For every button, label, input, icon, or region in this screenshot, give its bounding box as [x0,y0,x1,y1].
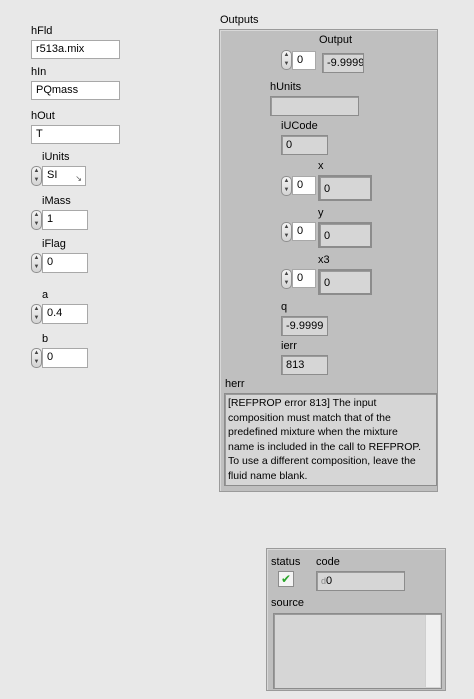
iflag-input[interactable]: 0 [42,253,88,273]
b-input[interactable]: 0 [42,348,88,368]
iunits-spinner[interactable]: ▲ ▼ [31,166,42,186]
x3-index[interactable]: 0 [292,269,316,288]
output-index[interactable]: 0 [292,51,316,70]
hout-label: hOut [31,110,55,122]
code-label: code [316,556,340,568]
a-label: a [42,289,49,301]
imass-input[interactable]: 1 [42,210,88,230]
output-index-spinner[interactable]: ▲ ▼ [281,50,292,70]
herr-text: [REFPROP error 813] The input compositio… [224,393,437,486]
hunits-value [270,96,359,116]
ierr-label: ierr [281,340,297,352]
herr-line: [REFPROP error 813] The input [228,397,377,409]
herr-line: fluid name blank. [228,469,308,482]
y-index-spinner[interactable]: ▲ ▼ [281,222,292,242]
y-index[interactable]: 0 [292,222,316,241]
source-label: source [271,597,305,609]
source-scrollbar[interactable] [425,615,440,687]
output-label: Output [319,34,353,46]
y-label: y [318,207,324,219]
y-value: 0 [318,222,372,248]
hin-input[interactable]: PQmass [31,81,120,100]
iunits-label: iUnits [42,151,70,163]
imass-label: iMass [42,195,71,207]
hunits-label: hUnits [270,81,302,93]
x3-index-spinner[interactable]: ▲ ▼ [281,269,292,289]
herr-line: name is included in the call to REFPROP. [228,440,421,453]
outputs-title: Outputs [220,14,259,26]
checkmark-icon: ✔ [280,572,292,586]
imass-spinner[interactable]: ▲ ▼ [31,210,42,230]
herr-label: herr [225,378,245,390]
ierr-value: 813 [281,355,328,375]
x-index[interactable]: 0 [292,176,316,195]
iunits-ring[interactable]: SI ↘ [42,166,86,186]
code-value-text: 0 [326,575,333,587]
herr-line: predefined mixture when the mixture [228,426,398,438]
status-indicator: ✔ [278,571,294,587]
source-text [273,613,442,689]
x-label: x [318,160,324,172]
hin-label: hIn [31,66,47,78]
a-spinner[interactable]: ▲ ▼ [31,304,42,324]
q-label: q [281,301,288,313]
hout-input[interactable]: T [31,125,120,144]
a-input[interactable]: 0.4 [42,304,88,324]
x3-value: 0 [318,269,372,295]
b-label: b [42,333,49,345]
hfld-input[interactable]: r513a.mix [31,40,120,59]
hfld-label: hFld [31,25,53,37]
x-value: 0 [318,175,372,201]
output-value-text: -9.9999 [327,57,364,69]
iunits-value: SI [47,169,58,181]
iflag-spinner[interactable]: ▲ ▼ [31,253,42,273]
herr-line: composition must match that of the [228,411,391,424]
x-index-spinner[interactable]: ▲ ▼ [281,176,292,196]
x3-label: x3 [318,254,330,266]
iflag-label: iFlag [42,238,66,250]
status-label: status [271,556,301,568]
resize-corner-icon: ↘ [75,174,82,183]
q-value: -9.9999 [281,316,328,336]
iucode-label: iUCode [281,120,318,132]
b-spinner[interactable]: ▲ ▼ [31,348,42,368]
herr-line: To use a different composition, leave th… [228,455,416,467]
code-value: d0 [316,571,405,591]
iucode-value: 0 [281,135,328,155]
output-value: -9.9999 [322,53,364,73]
